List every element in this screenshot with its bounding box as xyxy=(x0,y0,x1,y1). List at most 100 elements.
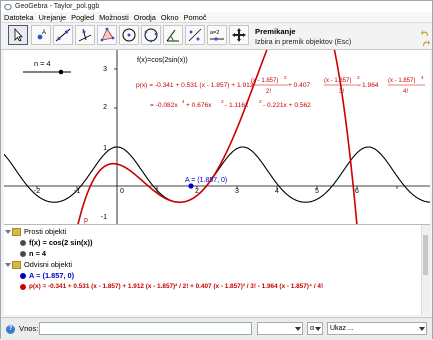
algebra-scrollbar[interactable] xyxy=(421,225,430,315)
circle-tool-button[interactable] xyxy=(119,25,139,45)
command-dropdown[interactable]: Ukaz ... xyxy=(327,322,427,335)
active-tool-name: Premikanje xyxy=(255,27,296,36)
menu-bar: Datoteka Urejanje Pogled Možnosti Orodja… xyxy=(1,12,432,23)
perpendicular-line-icon xyxy=(78,28,92,42)
p-curve-label: p xyxy=(84,217,88,224)
active-tool-help: Izbira in premik objektov (Esc) xyxy=(255,37,352,46)
point-A-label: A = (1.857, 0) xyxy=(185,177,227,184)
graphics-view[interactable]: 3 2 1 -1 -2 -1 0 1 2 3 4 5 6 n = 4 f(x)=… xyxy=(4,50,430,225)
angle-tool-button[interactable] xyxy=(163,25,183,45)
slider-tool-button[interactable]: a=2 xyxy=(207,25,227,45)
scrollbar-thumb[interactable] xyxy=(423,235,428,275)
formula-t2-num: (x - 1.857) xyxy=(251,78,278,84)
folder-icon xyxy=(12,260,21,269)
algebra-item-A[interactable]: A = (1.857, 0) xyxy=(20,270,74,281)
menu-help[interactable]: Pomoč xyxy=(182,13,209,22)
circle-three-points-tool-button[interactable] xyxy=(141,25,161,45)
menu-view[interactable]: Pogled xyxy=(69,13,96,22)
point-icon: A xyxy=(37,30,46,40)
expanded-exp-b: 3 xyxy=(221,99,224,104)
menu-edit[interactable]: Urejanje xyxy=(37,13,69,22)
polygon-tool-button[interactable] xyxy=(97,25,117,45)
formula-plus: + 0.407 xyxy=(288,82,311,89)
redo-icon[interactable] xyxy=(421,39,430,48)
input-bar: ? Vnos: α Ukaz ... xyxy=(1,317,432,340)
menu-window[interactable]: Okno xyxy=(159,13,181,22)
f-graph[interactable] xyxy=(4,146,430,203)
x-tick-label: 5 xyxy=(315,188,319,195)
expanded-exp-c: 2 xyxy=(259,99,262,104)
visibility-bullet-icon[interactable] xyxy=(20,239,26,246)
x-tick-label: 6 xyxy=(355,188,359,195)
input-field[interactable] xyxy=(39,322,252,335)
formula-t3-den: 3! xyxy=(339,89,344,95)
x-tick-label: 4 xyxy=(275,188,279,195)
free-objects-header[interactable]: Prosti objekti xyxy=(5,226,66,237)
formula-t4-den: 4! xyxy=(403,89,408,95)
slider-n-knob[interactable] xyxy=(58,69,64,75)
expanded-part-c: - 1.116x xyxy=(225,102,249,109)
formula-t2-den: 2! xyxy=(266,89,271,95)
move-view-cross-arrows-icon xyxy=(232,28,246,42)
dropdown-arrow-icon xyxy=(419,327,425,331)
symbol-dropdown[interactable] xyxy=(257,322,303,335)
formula-t3-exp: 3 xyxy=(357,75,360,80)
formula-t4-exp: 4 xyxy=(421,75,424,80)
formula-t4-num: (x - 1.857) xyxy=(388,78,415,84)
expand-triangle-icon[interactable] xyxy=(5,229,11,234)
menu-options[interactable]: Možnosti xyxy=(97,13,131,22)
expand-triangle-icon[interactable] xyxy=(5,262,11,267)
expanded-part-d: - 0.221x + 0.562 xyxy=(263,102,311,109)
taylor-formula: p(x) = -0.341 + 0.531 (x - 1.857) + 1.91… xyxy=(136,75,425,109)
angle-icon xyxy=(166,29,179,42)
undo-icon[interactable] xyxy=(421,29,430,38)
dropdown-arrow-icon xyxy=(315,327,321,331)
algebra-item-f[interactable]: f(x) = cos(2 sin(x)) xyxy=(20,237,92,248)
folder-icon xyxy=(12,227,21,236)
point-A[interactable] xyxy=(188,183,194,189)
title-bar: GeoGebra - Taylor_pol.ggb xyxy=(1,1,432,12)
window-title: GeoGebra - Taylor_pol.ggb xyxy=(15,3,100,10)
perpendicular-tool-button[interactable] xyxy=(75,25,95,45)
expanded-part-a: = -0.082x xyxy=(150,102,178,109)
y-tick-label: 1 xyxy=(103,145,107,152)
y-tick-label: 2 xyxy=(103,104,107,111)
reflect-icon xyxy=(188,28,202,42)
formula-minus: - 1.964 xyxy=(358,82,379,89)
new-point-tool-button[interactable]: A xyxy=(31,25,51,45)
y-tick-label: -1 xyxy=(101,214,107,221)
dropdown-arrow-icon xyxy=(295,327,301,331)
greek-letter-dropdown[interactable]: α xyxy=(307,322,323,335)
visibility-bullet-icon[interactable] xyxy=(20,250,26,257)
menu-tools[interactable]: Orodja xyxy=(132,13,158,22)
toolbar: A a=2 xyxy=(1,23,432,50)
formula-t3-num: (x - 1.857) xyxy=(324,78,351,84)
input-label: Vnos: xyxy=(19,324,39,333)
dependent-objects-header[interactable]: Odvisni objekti xyxy=(5,259,72,270)
menu-file[interactable]: Datoteka xyxy=(2,13,36,22)
y-tick-label: 3 xyxy=(103,66,107,73)
help-icon[interactable]: ? xyxy=(6,325,15,334)
x-tick-label: 0 xyxy=(120,188,124,195)
algebra-item-n[interactable]: n = 4 xyxy=(20,248,46,259)
line-icon xyxy=(55,28,71,42)
visibility-bullet-icon[interactable] xyxy=(20,283,26,290)
formula-lead: p(x) = -0.341 + 0.531 (x - 1.857) + 1.91… xyxy=(136,82,254,89)
f-definition-label: f(x)=cos(2sin(x)) xyxy=(137,57,188,64)
move-graphics-view-tool-button[interactable] xyxy=(229,25,249,45)
x-tick-label: 3 xyxy=(235,188,239,195)
expanded-part-b: + 0.676x xyxy=(186,102,212,109)
polygon-icon xyxy=(100,27,115,42)
circle-three-points-icon xyxy=(144,28,158,43)
circle-icon xyxy=(122,28,136,42)
visibility-bullet-icon[interactable] xyxy=(20,272,26,279)
graphics-canvas[interactable]: 3 2 1 -1 -2 -1 0 1 2 3 4 5 6 n = 4 f(x)=… xyxy=(4,50,430,224)
algebra-item-p[interactable]: p(x) = -0.341 + 0.531 (x - 1.857) + 1.91… xyxy=(20,281,323,292)
svg-text:a=2: a=2 xyxy=(210,30,219,36)
x-tick-label: -1 xyxy=(74,188,80,195)
geogebra-window: GeoGebra - Taylor_pol.ggb Datoteka Ureja… xyxy=(0,0,433,340)
move-tool-button[interactable] xyxy=(8,25,28,45)
slider-n-label: n = 4 xyxy=(34,59,51,68)
line-tool-button[interactable] xyxy=(53,25,73,45)
reflect-tool-button[interactable] xyxy=(185,25,205,45)
